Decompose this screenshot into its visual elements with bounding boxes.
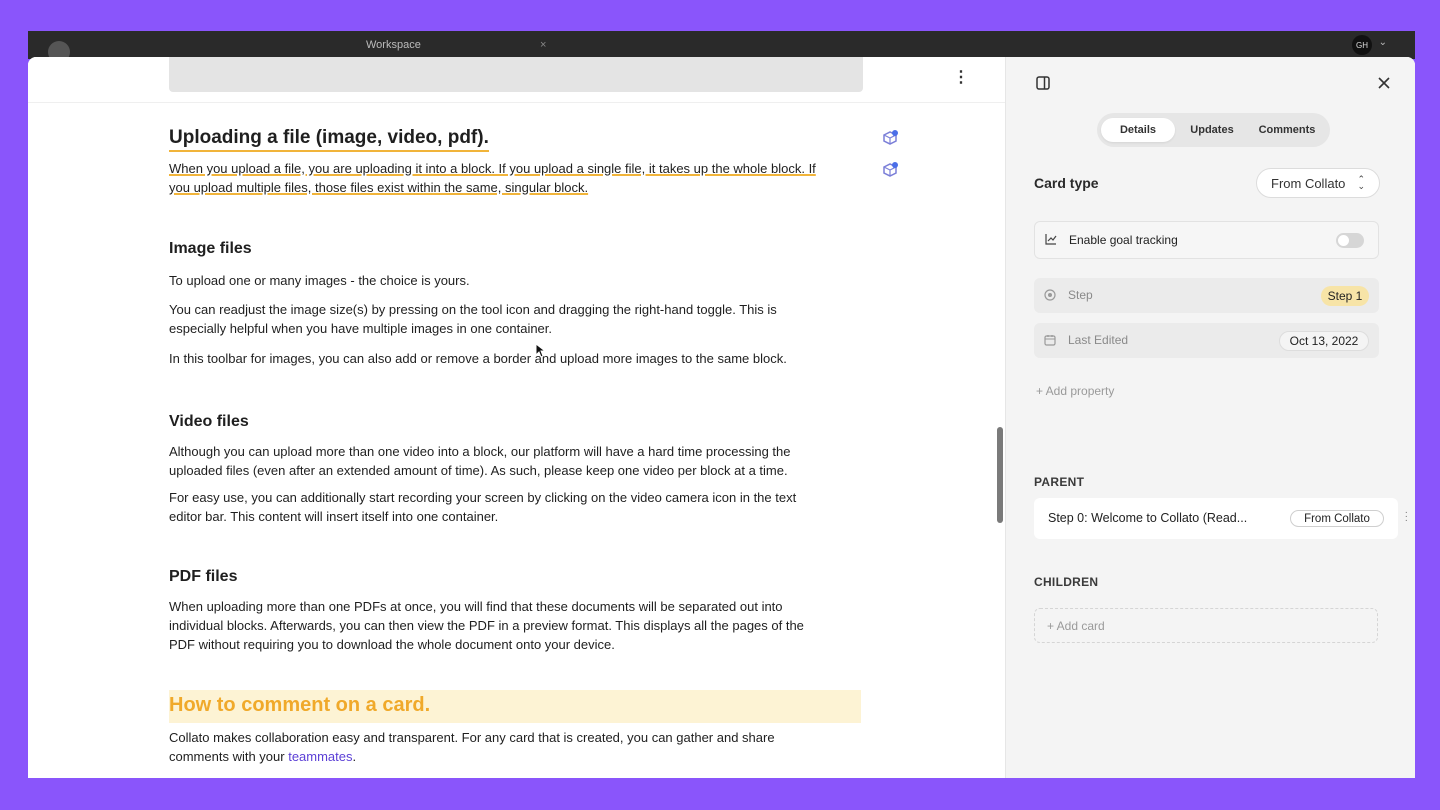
- video-paragraph-2-line-1: For easy use, you can additionally start…: [169, 490, 797, 505]
- intro-line-2: you upload multiple files, those files e…: [169, 180, 589, 195]
- tab-details[interactable]: Details: [1101, 118, 1175, 142]
- parent-more-icon[interactable]: · · ·: [1405, 508, 1408, 526]
- tab-updates[interactable]: Updates: [1177, 118, 1247, 142]
- document-header: ⋮: [28, 57, 1005, 103]
- image-placeholder-block[interactable]: [169, 57, 863, 92]
- heading-pdf-files: PDF files: [169, 568, 238, 585]
- card-details-panel: Details Updates Comments Card type From …: [1005, 57, 1415, 778]
- parent-card[interactable]: Step 0: Welcome to Collato (Read... From…: [1034, 498, 1408, 539]
- step-property-row[interactable]: Step Step 1: [1034, 278, 1379, 313]
- intro-line-1: When you upload a file, you are uploadin…: [169, 161, 816, 176]
- last-edited-row[interactable]: Last Edited Oct 13, 2022: [1034, 323, 1379, 358]
- comment-paragraph-line-1: Collato makes collaboration easy and tra…: [169, 730, 775, 745]
- chart-icon: [1045, 234, 1057, 245]
- workspace-label[interactable]: Workspace: [366, 39, 421, 51]
- chevron-down-icon[interactable]: ⌄: [1379, 37, 1387, 48]
- goal-tracking-label: Enable goal tracking: [1069, 233, 1178, 247]
- step-label: Step: [1068, 288, 1093, 302]
- document-editor: ⋮ Uploading a file (image, video, pdf). …: [28, 57, 1005, 778]
- video-paragraph-1-line-2: uploaded files (even after an extended a…: [169, 463, 788, 478]
- target-icon: [1044, 289, 1056, 301]
- app-top-bar: Workspace × GH ⌄: [28, 31, 1415, 63]
- more-options-icon[interactable]: ⋮: [953, 70, 969, 93]
- comment-block-icon[interactable]: [882, 130, 898, 146]
- section-title-uploading: Uploading a file (image, video, pdf).: [169, 127, 489, 152]
- goal-tracking-toggle[interactable]: [1336, 233, 1364, 248]
- close-icon[interactable]: ×: [540, 39, 546, 51]
- add-card-label: + Add card: [1047, 619, 1105, 633]
- add-property-button[interactable]: + Add property: [1036, 384, 1114, 398]
- pdf-paragraph-line-1: When uploading more than one PDFs at onc…: [169, 599, 783, 614]
- chevron-up-down-icon: ⌃ ⌄: [1357, 174, 1365, 191]
- scrollbar-thumb[interactable]: [997, 427, 1003, 523]
- heading-comment-on-card: How to comment on a card.: [169, 690, 861, 723]
- tab-comments[interactable]: Comments: [1249, 118, 1325, 142]
- card-type-value: From Collato: [1271, 175, 1346, 191]
- parent-card-title: Step 0: Welcome to Collato (Read...: [1048, 511, 1248, 525]
- card-type-select[interactable]: From Collato ⌃ ⌄: [1256, 168, 1380, 198]
- last-edited-label: Last Edited: [1068, 333, 1129, 347]
- app-window: ⋮ Uploading a file (image, video, pdf). …: [28, 57, 1415, 778]
- step-value-badge[interactable]: Step 1: [1321, 286, 1369, 306]
- add-card-button[interactable]: + Add card: [1034, 608, 1378, 643]
- avatar[interactable]: GH: [1352, 35, 1372, 55]
- comment-paragraph-end: .: [352, 749, 357, 764]
- calendar-icon: [1044, 335, 1056, 346]
- image-paragraph-2-line-1: You can readjust the image size(s) by pr…: [169, 302, 777, 317]
- comment-paragraph-text: comments with your: [169, 749, 289, 764]
- goal-tracking-row[interactable]: Enable goal tracking: [1034, 221, 1379, 259]
- comment-block-icon[interactable]: [882, 162, 898, 178]
- image-paragraph-3: In this toolbar for images, you can also…: [169, 351, 787, 366]
- pdf-paragraph-line-3: PDF without requiring you to download th…: [169, 637, 615, 652]
- image-paragraph-1: To upload one or many images - the choic…: [169, 273, 470, 288]
- teammates-link[interactable]: teammates: [288, 749, 352, 764]
- last-edited-date: Oct 13, 2022: [1279, 331, 1369, 351]
- image-paragraph-2-line-2: especially helpful when you have multipl…: [169, 321, 553, 336]
- heading-image-files: Image files: [169, 240, 252, 257]
- card-type-label: Card type: [1034, 175, 1099, 191]
- panel-tabs: Details Updates Comments: [1097, 113, 1330, 147]
- parent-card-tag: From Collato: [1290, 510, 1384, 527]
- children-heading: CHILDREN: [1034, 575, 1099, 589]
- pdf-paragraph-line-2: individual blocks. Afterwards, you can t…: [169, 618, 804, 633]
- video-paragraph-1-line-1: Although you can upload more than one vi…: [169, 444, 791, 459]
- video-paragraph-2-line-2: editor bar. This content will insert its…: [169, 509, 499, 524]
- close-panel-icon[interactable]: [1378, 77, 1390, 89]
- heading-video-files: Video files: [169, 413, 249, 430]
- comment-paragraph-line-2: comments with your teammates.: [169, 747, 869, 766]
- mouse-cursor-icon: [535, 343, 547, 358]
- parent-heading: PARENT: [1034, 475, 1085, 489]
- toggle-sidebar-icon[interactable]: [1036, 76, 1050, 90]
